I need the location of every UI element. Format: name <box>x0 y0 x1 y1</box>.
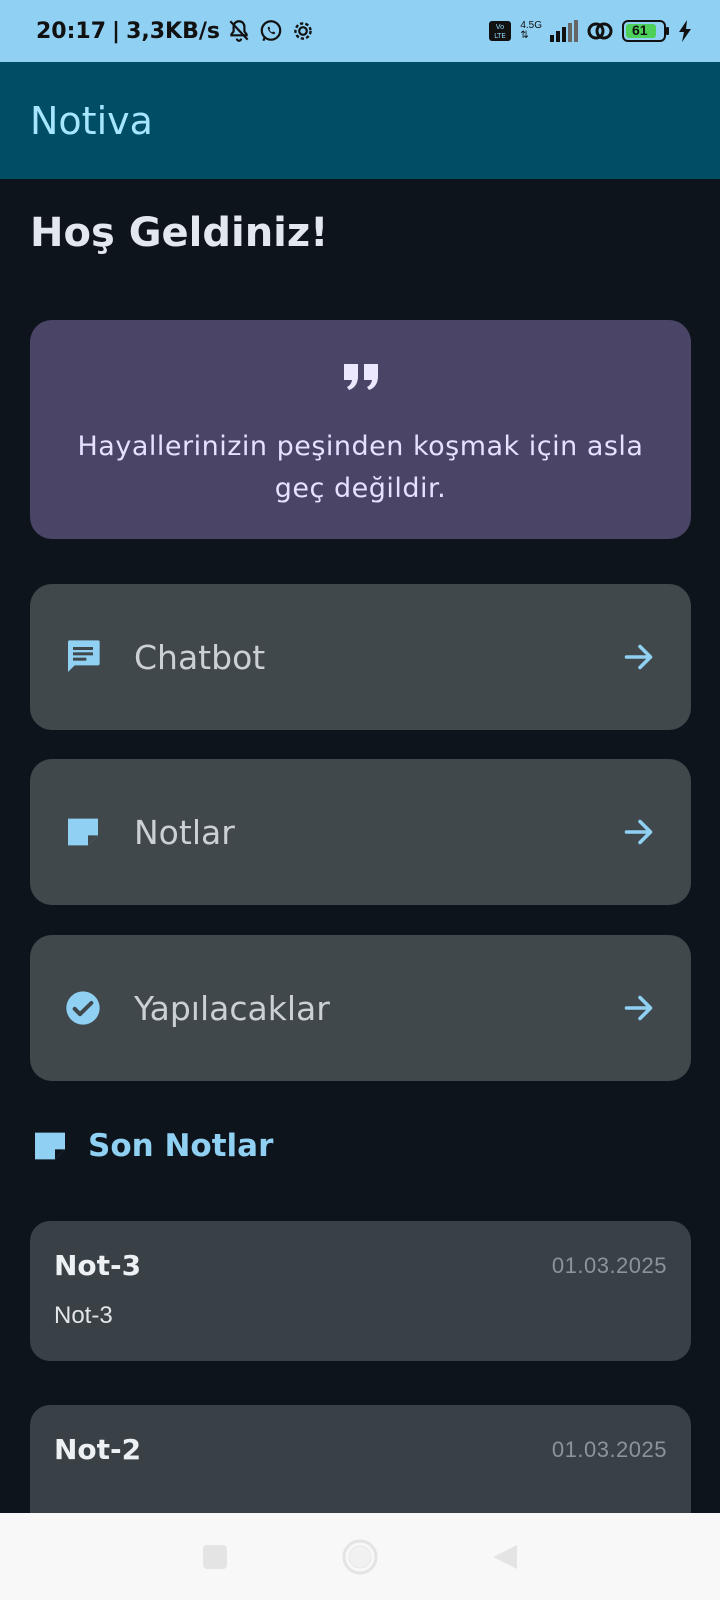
square-icon[interactable] <box>200 1542 230 1572</box>
recent-notes-header: Son Notlar <box>30 1126 273 1166</box>
mute-bell-icon <box>226 18 252 44</box>
nav-card-chatbot[interactable]: Chatbot <box>30 584 691 730</box>
chat-icon <box>60 634 106 680</box>
note-date: 01.03.2025 <box>551 1436 667 1462</box>
check-circle-icon <box>60 985 106 1031</box>
note-title: Not-3 <box>54 1249 142 1282</box>
battery-level: 61 <box>632 22 648 38</box>
app-bar: Notiva <box>0 62 720 179</box>
welcome-heading: Hoş Geldiniz! <box>30 210 329 256</box>
quote-text: Hayallerinizin peşinden koşmak için asla… <box>77 431 644 504</box>
link-icon <box>586 19 614 43</box>
note-title: Not-2 <box>54 1433 142 1466</box>
status-speed: 3,3KB/s <box>126 18 220 44</box>
back-triangle-icon[interactable] <box>490 1542 520 1572</box>
nav-label-notlar: Notlar <box>134 812 235 852</box>
nav-label-chatbot: Chatbot <box>134 637 266 677</box>
svg-text:LTE: LTE <box>494 32 506 40</box>
arrow-right-icon <box>619 636 661 678</box>
nav-card-yapilacaklar[interactable]: Yapılacaklar <box>30 935 691 1081</box>
note-icon <box>30 1126 70 1166</box>
circle-icon[interactable] <box>340 1537 380 1577</box>
note-date: 01.03.2025 <box>551 1252 667 1278</box>
system-nav-bar <box>0 1513 720 1600</box>
whatsapp-icon <box>258 18 284 44</box>
note-card[interactable]: Not-3 01.03.2025 Not-3 <box>30 1221 691 1361</box>
app-title: Notiva <box>30 98 153 143</box>
recent-notes-title: Son Notlar <box>88 1128 274 1164</box>
arrow-right-icon <box>619 987 661 1029</box>
arrow-right-icon <box>619 811 661 853</box>
svg-text:Vo: Vo <box>496 23 505 31</box>
volte-icon: Vo LTE <box>488 19 512 43</box>
note-icon <box>60 809 106 855</box>
nav-label-yapilacaklar: Yapılacaklar <box>134 988 330 1028</box>
charging-icon <box>678 20 692 42</box>
status-bar: 20:17 | 3,3KB/s Vo LTE 4.5G ⇅ 61 <box>0 0 720 62</box>
battery-icon: 61 <box>622 20 670 42</box>
nav-card-notlar[interactable]: Notlar <box>30 759 691 905</box>
quote-icon <box>342 362 380 397</box>
signal-icon <box>550 20 578 42</box>
status-time: 20:17 <box>36 18 107 44</box>
note-content: Not-3 <box>54 1302 113 1329</box>
quote-card: Hayallerinizin peşinden koşmak için asla… <box>30 320 691 539</box>
gear-icon <box>290 18 316 44</box>
